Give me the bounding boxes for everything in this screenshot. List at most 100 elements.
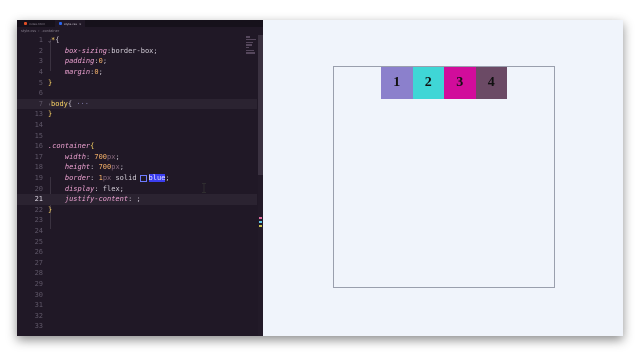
scroll-marker [259,221,262,223]
code-line[interactable]: 33 [17,321,257,332]
line-text: ›body{ ··· [48,99,89,108]
line-number: 27 [34,258,43,267]
code-line[interactable]: 29 [17,279,257,290]
code-line[interactable]: 24 [17,226,257,237]
line-text: } [48,205,53,214]
minimap-row [246,38,256,41]
code-line[interactable]: 23 [17,215,257,226]
flex-item-1: 1 [381,67,413,99]
line-text: border: 1px solid blue; [64,174,170,183]
line-text: } [48,110,53,119]
minimap-row [246,41,253,44]
line-number: 26 [34,248,43,257]
code-line[interactable]: 15 [17,130,257,141]
code-line[interactable]: 25 [17,236,257,247]
code-line[interactable]: 13 } [17,109,257,120]
minimap-row [246,36,250,38]
tab-index-html[interactable]: index.html [20,20,49,27]
line-number: 17 [34,152,43,161]
code-line[interactable]: 6 [17,88,257,99]
code-line[interactable]: 28 [17,268,257,279]
code-line-folded[interactable]: 7 ›body{ ··· [17,98,257,110]
line-number: 23 [34,216,43,225]
line-number: 19 [34,174,43,183]
scroll-marker [259,217,262,219]
browser-preview: 1 2 3 4 [263,20,623,336]
box-label: 2 [424,74,432,90]
code-lines[interactable]: 1 ⌄*{ 2 box-sizing:border-box; 3 padding… [17,35,257,332]
line-number: 2 [38,46,43,55]
line-text: height: 700px; [64,163,124,172]
code-line[interactable]: 27 [17,257,257,268]
code-line[interactable]: 1 ⌄*{ [17,35,257,46]
line-text: margin:0; [64,68,103,77]
code-line[interactable]: 3 padding:0; [17,56,257,67]
breadcrumb-separator: › [38,28,40,33]
code-line[interactable]: 2 box-sizing:border-box; [17,46,257,57]
line-text: ⌄*{ [48,36,60,45]
line-text: } [48,78,53,87]
minimap-row [246,52,255,54]
code-line[interactable]: 4 margin:0; [17,67,257,78]
tab-label: style.css [64,21,77,26]
line-number: 21 [34,195,43,204]
breadcrumb: style.css › .container [17,27,263,34]
code-line[interactable]: 19 border: 1px solid blue; [17,173,257,184]
line-number: 30 [34,290,43,299]
flex-item-2: 2 [412,67,444,99]
box-label: 3 [456,74,464,90]
box-label: 1 [393,74,401,90]
code-line[interactable]: 22 } [17,205,257,216]
line-text: box-sizing:border-box; [64,46,158,55]
minimap[interactable] [246,35,258,65]
code-line[interactable]: 17 width: 700px; [17,152,257,163]
line-number: 31 [34,301,43,310]
line-number: 4 [38,68,43,77]
html-file-icon [24,22,27,25]
line-number: 6 [38,89,43,98]
code-line[interactable]: 26 [17,247,257,258]
tab-style-css[interactable]: style.css × [55,20,86,27]
line-number: 5 [38,78,43,87]
code-line[interactable]: 30 [17,289,257,300]
line-number: 32 [34,311,43,320]
css-file-icon [59,22,62,25]
line-number: 1 [38,36,43,45]
flex-item-4: 4 [475,67,507,99]
editor-tab-bar: index.html style.css × [17,20,263,27]
line-number: 28 [34,269,43,278]
code-editor[interactable]: index.html style.css × style.css › .cont… [17,20,263,336]
line-number: 20 [34,184,43,193]
breadcrumb-selector[interactable]: .container [41,29,59,33]
code-line-current[interactable]: 21 justify-content: ; [17,193,257,205]
breadcrumb-file[interactable]: style.css [21,29,36,33]
code-line[interactable]: 18 height: 700px; [17,162,257,173]
line-number: 7 [38,99,43,108]
text-cursor-icon [202,183,206,193]
app-window: index.html style.css × style.css › .cont… [17,20,623,336]
line-number: 22 [34,205,43,214]
line-text: .container{ [48,142,95,151]
line-text: width: 700px; [64,152,120,161]
color-swatch-icon[interactable] [139,174,147,182]
line-number: 16 [34,142,43,151]
code-line[interactable]: 31 [17,300,257,311]
code-line[interactable]: 20 display: flex; [17,183,257,194]
line-number: 15 [34,131,43,140]
line-number: 29 [34,279,43,288]
line-number: 3 [38,57,43,66]
line-text: justify-content: ; [64,195,141,204]
code-line[interactable]: 32 [17,310,257,321]
line-text: display: flex; [64,184,124,193]
code-line[interactable]: 16 .container{ [17,141,257,152]
line-number: 25 [34,237,43,246]
line-number: 18 [34,163,43,172]
minimap-row [246,46,249,49]
close-icon[interactable]: × [79,22,82,26]
flex-container: 1 2 3 4 [333,66,555,288]
code-line[interactable]: 14 [17,120,257,131]
code-line[interactable]: 5 } [17,77,257,88]
line-number: 14 [34,121,43,130]
line-number: 24 [34,226,43,235]
line-number: 33 [34,322,43,331]
